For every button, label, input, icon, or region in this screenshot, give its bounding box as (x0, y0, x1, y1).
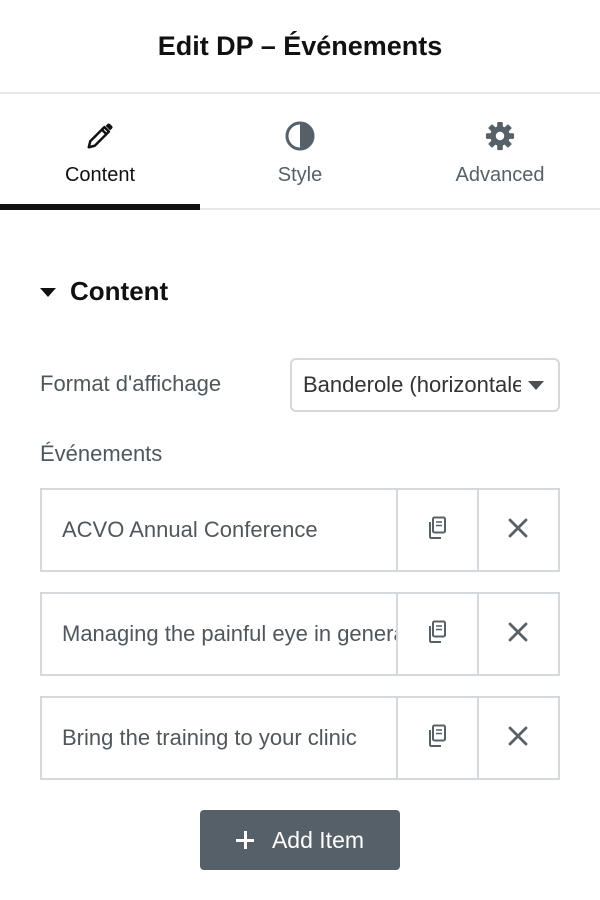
display-format-value: Banderole (horizontale) (303, 372, 521, 397)
display-format-label: Format d'affichage (40, 371, 222, 396)
repeater-item-title[interactable]: Bring the training to your clinic (42, 698, 396, 778)
events-label: Événements (40, 441, 163, 466)
chevron-down-icon (528, 381, 544, 390)
copy-icon (426, 620, 448, 649)
tab-bar: Content Style Advanced (0, 94, 600, 210)
tab-advanced[interactable]: Advanced (400, 94, 600, 208)
panel-title: Edit DP – Événements (157, 30, 443, 61)
close-icon (508, 518, 528, 543)
remove-button[interactable] (476, 490, 558, 570)
tab-label: Style (277, 164, 323, 186)
repeater-item: ACVO Annual Conference (40, 488, 560, 572)
close-icon (508, 726, 528, 751)
copy-icon (426, 516, 448, 545)
duplicate-button[interactable] (395, 490, 477, 570)
tab-label: Advanced (455, 164, 545, 186)
remove-button[interactable] (476, 594, 558, 674)
duplicate-button[interactable] (395, 594, 477, 674)
panel-header: Edit DP – Événements (0, 0, 600, 94)
copy-icon (426, 724, 448, 753)
tab-content[interactable]: Content (0, 94, 200, 210)
repeater-item-title[interactable]: ACVO Annual Conference (42, 490, 396, 570)
caret-down-icon (40, 288, 56, 297)
plus-icon (235, 831, 254, 849)
gear-icon (484, 120, 516, 152)
contrast-icon (284, 120, 316, 152)
tab-label: Content (64, 164, 136, 186)
duplicate-button[interactable] (395, 698, 477, 778)
display-format-select[interactable]: Banderole (horizontale) (290, 358, 560, 412)
section-toggle-content[interactable]: Content (40, 276, 168, 307)
repeater-item: Bring the training to your clinic (40, 696, 560, 780)
section-title: Content (70, 276, 169, 306)
repeater-item-title[interactable]: Managing the painful eye in general prac… (42, 594, 396, 674)
add-item-button[interactable]: Add Item (200, 810, 400, 870)
pencil-icon (84, 120, 116, 152)
close-icon (508, 622, 528, 647)
remove-button[interactable] (476, 698, 558, 778)
tab-style[interactable]: Style (200, 94, 400, 208)
repeater-item: Managing the painful eye in general prac… (40, 592, 560, 676)
add-item-label: Add Item (271, 826, 365, 853)
